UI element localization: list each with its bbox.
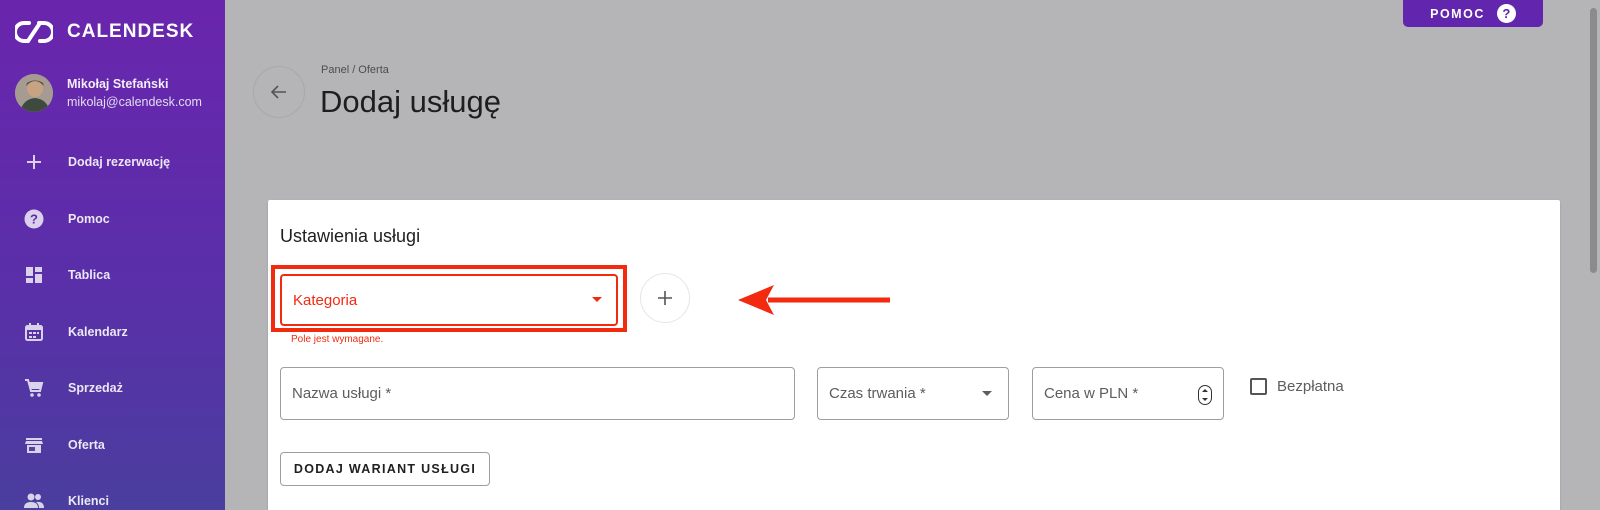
free-checkbox[interactable]: Bezpłatna	[1250, 378, 1344, 395]
help-circle-icon: ?	[1496, 4, 1516, 23]
price-field[interactable]: Cena w PLN *	[1032, 367, 1224, 420]
help-button[interactable]: POMOC ?	[1403, 0, 1543, 27]
free-checkbox-label: Bezpłatna	[1277, 378, 1344, 395]
sidebar-item-sales[interactable]: Sprzedaż	[0, 360, 225, 417]
brand-name: CALENDESK	[67, 21, 195, 42]
chevron-down-icon	[982, 390, 992, 396]
sidebar-item-label: Sprzedaż	[68, 381, 123, 396]
scrollbar[interactable]	[1587, 0, 1600, 510]
user-email: mikolaj@calendesk.com	[67, 95, 202, 109]
user-profile[interactable]: Mikołaj Stefański mikolaj@calendesk.com	[15, 74, 202, 112]
sidebar-item-label: Oferta	[68, 437, 105, 452]
card-title: Ustawienia usługi	[280, 226, 421, 246]
category-select[interactable]: Kategoria	[280, 274, 618, 326]
category-error-message: Pole jest wymagane.	[291, 334, 384, 345]
calendesk-logo-icon	[15, 21, 53, 43]
back-button[interactable]	[253, 66, 305, 118]
service-name-label: Nazwa usługi *	[292, 385, 392, 402]
svg-text:?: ?	[30, 211, 38, 226]
add-variant-label: DODAJ WARIANT USŁUGI	[293, 462, 477, 476]
scrollbar-thumb[interactable]	[1590, 8, 1597, 273]
dashboard-icon	[26, 267, 42, 284]
page-title: Dodaj usługę	[320, 84, 501, 119]
calendar-icon	[25, 322, 43, 341]
arrow-left-icon	[270, 85, 286, 99]
sidebar-item-label: Tablica	[68, 268, 111, 283]
plus-icon	[658, 291, 672, 305]
plus-icon	[27, 155, 41, 170]
add-variant-button[interactable]: DODAJ WARIANT USŁUGI	[280, 452, 490, 486]
checkbox-box[interactable]	[1250, 378, 1267, 395]
sidebar: CALENDESK Mikołaj Stefański mikolaj@cale…	[0, 0, 225, 510]
chevron-down-icon	[592, 297, 602, 302]
store-icon	[25, 437, 43, 453]
sidebar-item-label: Kalendarz	[68, 324, 128, 339]
add-category-button[interactable]	[640, 273, 690, 323]
red-arrow-annotation-icon	[738, 285, 890, 315]
sidebar-item-calendar[interactable]: Kalendarz	[0, 304, 225, 361]
category-select-label: Kategoria	[293, 291, 358, 309]
sidebar-item-label: Klienci	[68, 494, 109, 509]
sidebar-item-dashboard[interactable]: Tablica	[0, 247, 225, 304]
brand[interactable]: CALENDESK	[15, 18, 194, 46]
help-circle-icon: ?	[24, 209, 44, 229]
avatar	[15, 74, 53, 112]
service-name-field[interactable]: Nazwa usługi *	[280, 367, 795, 420]
sidebar-item-add-booking[interactable]: Dodaj rezerwację	[0, 134, 225, 191]
user-name: Mikołaj Stefański	[67, 77, 169, 91]
sidebar-item-label: Pomoc	[68, 211, 110, 226]
breadcrumb: Panel / Oferta	[321, 64, 389, 76]
users-icon	[24, 493, 44, 509]
cart-icon	[25, 379, 44, 398]
sidebar-item-help[interactable]: ? Pomoc	[0, 191, 225, 248]
price-label: Cena w PLN *	[1044, 385, 1139, 402]
sidebar-item-clients[interactable]: Klienci	[0, 473, 225, 510]
number-spinner-icon[interactable]	[1198, 385, 1212, 405]
sidebar-item-offer[interactable]: Oferta	[0, 417, 225, 474]
help-button-label: POMOC	[1430, 6, 1485, 21]
service-settings-card: Ustawienia usługi Kategoria Pole jest wy…	[268, 200, 1560, 510]
sidebar-nav: Dodaj rezerwację ? Pomoc Tablica Kalenda…	[0, 134, 225, 510]
sidebar-item-label: Dodaj rezerwację	[68, 155, 171, 170]
duration-select[interactable]: Czas trwania *	[817, 367, 1009, 420]
duration-label: Czas trwania *	[829, 385, 926, 402]
